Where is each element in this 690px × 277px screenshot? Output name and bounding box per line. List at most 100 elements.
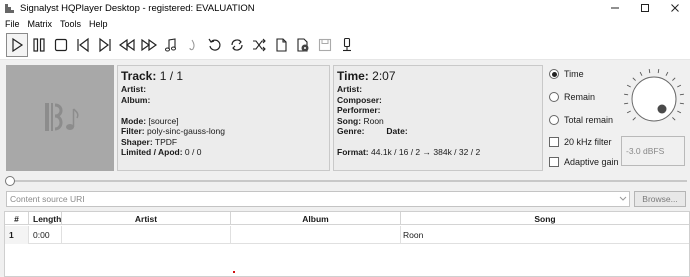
playlist-header: # Length Artist Album Song [5,212,689,225]
browse-button[interactable]: Browse... [634,191,686,207]
fast-forward-button[interactable] [138,33,160,57]
radio-remain[interactable]: Remain [549,92,595,102]
maximize-button[interactable] [630,0,660,17]
next-button[interactable] [94,33,116,57]
close-icon [670,3,680,15]
col-artist[interactable]: Artist [62,212,231,225]
menu-tools[interactable]: Tools [56,19,85,29]
col-song[interactable]: Song [401,212,689,225]
col-album[interactable]: Album [231,212,401,225]
track-heading-label: Track: [121,69,157,83]
radio-time-label: Time [564,69,584,79]
checkbox-adaptive-gain[interactable]: Adaptive gain [549,157,619,167]
volume-knob[interactable] [621,66,687,132]
col-number[interactable]: # [5,212,29,225]
track-artist-row: Artist: [121,84,326,95]
track-number: 1 / 1 [159,69,184,83]
pause-icon [31,37,47,53]
music-note-button[interactable] [160,33,182,57]
time-heading-label: Time: [337,69,369,83]
fast-forward-icon [140,37,158,53]
minimize-button[interactable] [600,0,630,17]
menu-matrix[interactable]: Matrix [24,19,57,29]
shuffle-button[interactable] [248,33,270,57]
open-file-button[interactable] [270,33,292,57]
swirl-button[interactable] [182,33,204,57]
time-info-panel: Time: 2:07 Artist: Composer: Performer: … [333,65,543,171]
table-row[interactable]: 1 0:00 Roon [5,226,689,244]
undo-button[interactable] [204,33,226,57]
performer-label: Performer: [337,105,381,115]
filter-value: poly-sinc-gauss-long [147,126,225,136]
play-button[interactable] [6,32,28,57]
row-album [231,226,401,244]
row-length: 0:00 [29,226,62,244]
app-icon [3,3,15,15]
checkbox-adaptive-gain-box[interactable] [549,157,559,167]
previous-icon [75,37,91,53]
repeat-icon [229,37,245,53]
play-icon [9,37,25,53]
seek-slider[interactable] [5,176,687,186]
checkbox-20khz-box[interactable] [549,137,559,147]
chevron-down-icon[interactable] [617,192,629,206]
row-number: 1 [5,226,29,244]
row-song: Roon [403,230,424,240]
stop-icon [53,37,69,53]
radio-time-indicator[interactable] [549,69,559,79]
menu-help[interactable]: Help [85,19,112,29]
radio-time[interactable]: Time [549,69,584,79]
song-label: Song: [337,115,362,126]
menu-bar: File Matrix Tools Help [0,17,690,30]
performer-row: Performer: [337,105,539,116]
limited-row: Limited / Apod: 0 / 0 [121,147,326,158]
microphone-icon [339,37,355,53]
radio-remain-indicator[interactable] [549,92,559,102]
window-title: Signalyst HQPlayer Desktop - registered:… [20,3,255,14]
previous-button[interactable] [72,33,94,57]
mode-row: Mode: [source] [121,116,326,127]
track-artist-label: Artist: [121,84,147,94]
content-uri-placeholder: Content source URI [10,194,85,204]
stop-button[interactable] [50,33,72,57]
undo-icon [207,37,223,53]
radio-total-remain-indicator[interactable] [549,115,559,125]
save-icon [317,37,333,53]
album-art [6,65,114,171]
filter-row: Filter: poly-sinc-gauss-long [121,126,326,137]
limited-value: 0 / 0 [184,147,202,157]
repeat-button[interactable] [226,33,248,57]
shaper-label: Shaper: [121,136,153,147]
checkbox-20khz-filter[interactable]: 20 kHz filter [549,137,612,147]
format-label: Format: [337,147,369,157]
mode-label: Mode: [121,115,147,126]
toolbar [0,30,690,60]
radio-total-remain-label: Total remain [564,115,614,125]
seek-track[interactable] [9,180,687,182]
track-album-label: Album: [121,94,151,105]
col-length[interactable]: Length [29,212,62,225]
song-row: Song: Roon [337,116,539,127]
seek-handle[interactable] [5,176,15,186]
time-heading: Time: 2:07 [337,69,539,83]
music-clef-icon [35,97,85,139]
filter-label: Filter: [121,126,145,136]
track-heading: Track: 1 / 1 [121,69,326,83]
pause-button[interactable] [28,33,50,57]
title-bar: Signalyst HQPlayer Desktop - registered:… [0,0,690,17]
limited-label: Limited / Apod: [121,147,183,157]
menu-file[interactable]: File [0,19,24,29]
close-button[interactable] [660,0,690,17]
volume-display: -3.0 dBFS [621,136,685,166]
swirl-icon [185,37,201,53]
open-disc-button[interactable] [292,33,314,57]
content-uri-input[interactable]: Content source URI [6,191,630,207]
maximize-icon [640,3,650,15]
playlist-table: # Length Artist Album Song 1 0:00 Roon [4,211,690,277]
save-button[interactable] [314,33,336,57]
radio-total-remain[interactable]: Total remain [549,115,613,125]
disc-icon [295,37,311,53]
time-artist-label: Artist: [337,84,363,94]
microphone-button[interactable] [336,33,358,57]
rewind-button[interactable] [116,33,138,57]
